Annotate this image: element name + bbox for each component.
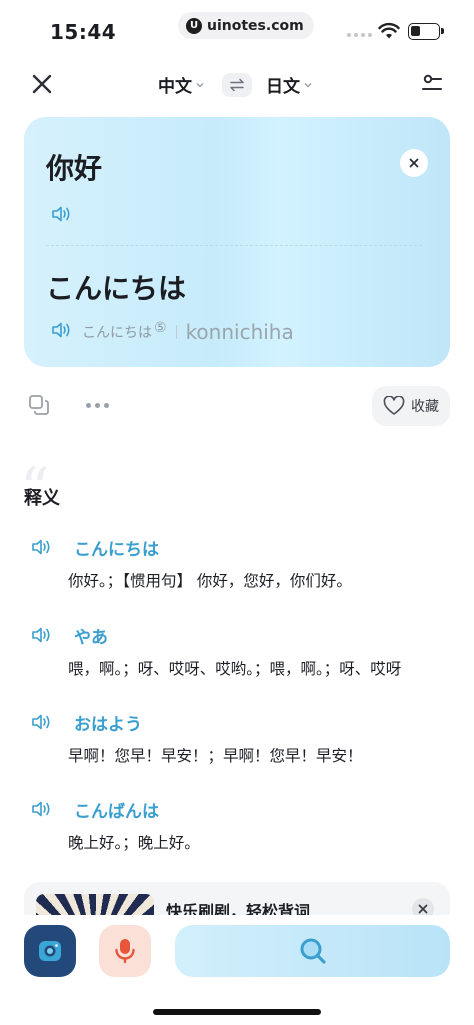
battery-icon [408, 23, 444, 40]
source-text[interactable]: 你好 [46, 147, 102, 187]
camera-translate-button[interactable] [24, 925, 76, 977]
favorite-button[interactable]: 收藏 [372, 386, 450, 426]
url-pill[interactable]: U uinotes.com [178, 12, 314, 39]
source-language-label: 中文 [158, 77, 192, 97]
reading-kana: こんにちは [82, 325, 152, 341]
camera-icon [39, 941, 61, 961]
chevron-down-icon [304, 82, 312, 88]
target-text: こんにちは [46, 272, 187, 305]
search-icon [300, 938, 326, 964]
definition-word: こんばんは [74, 801, 159, 822]
definition-meaning: 你好。；【惯用句】 你好，您好，你们好。 [68, 572, 352, 590]
target-language-label: 日文 [266, 77, 300, 97]
clear-input-button[interactable] [400, 149, 428, 177]
card-divider [46, 245, 422, 246]
cellular-signal-icon [347, 33, 372, 37]
status-time: 15:44 [50, 20, 117, 44]
status-bar: 15:44 U uinotes.com [0, 0, 474, 62]
translation-card: 你好 こんにちは こんにちは ⑤ konnichiha [24, 117, 450, 367]
definition-item: こんばんは 晚上好。；晚上好。 [30, 797, 450, 853]
definition-word: おはよう [74, 714, 142, 735]
microphone-icon [115, 939, 135, 964]
battery-level [411, 26, 420, 36]
speaker-icon[interactable] [30, 713, 52, 731]
reading-separator [175, 325, 177, 339]
speaker-icon[interactable] [30, 626, 52, 644]
reading-romaji: konnichiha [185, 320, 294, 344]
definition-word: こんにちは [74, 539, 159, 560]
close-icon [409, 158, 419, 168]
bottom-toolbar [0, 915, 474, 1025]
close-icon [418, 904, 428, 914]
definition-meaning: 早啊！您早！早安！；早啊！您早！早安！ [68, 747, 363, 765]
definition-word: やあ [74, 627, 108, 648]
copy-icon[interactable] [28, 394, 50, 416]
speaker-icon[interactable] [30, 538, 52, 556]
target-language-select[interactable]: 日文 [266, 72, 313, 97]
definition-item: やあ 喂，啊。；呀、哎呀、哎哟。；喂，啊。；呀、哎呀 [30, 623, 450, 679]
url-text: uinotes.com [207, 17, 304, 34]
heart-icon [383, 396, 405, 415]
definition-item: こんにちは 你好。；【惯用句】 你好，您好，你们好。 [30, 535, 450, 591]
close-button[interactable] [28, 70, 56, 98]
settings-button[interactable] [418, 70, 446, 98]
search-button[interactable] [175, 925, 450, 977]
settings-icon [422, 74, 442, 90]
home-indicator [153, 1009, 321, 1015]
reading-row: こんにちは ⑤ konnichiha [50, 320, 294, 344]
favorite-label: 收藏 [411, 399, 439, 415]
voice-translate-button[interactable] [99, 925, 151, 977]
source-language-select[interactable]: 中文 [158, 72, 205, 97]
wifi-icon [378, 22, 400, 39]
reading-tone: ⑤ [154, 320, 167, 336]
chevron-down-icon [196, 82, 204, 88]
definition-item: おはよう 早啊！您早！早安！；早啊！您早！早安！ [30, 710, 450, 766]
close-icon [32, 74, 52, 94]
more-options-button[interactable] [86, 400, 110, 410]
definitions-title: 释义 [24, 488, 60, 509]
definition-meaning: 喂，啊。；呀、哎呀、哎哟。；喂，啊。；呀、哎呀 [68, 660, 402, 678]
swap-icon [230, 78, 244, 92]
swap-languages-button[interactable] [222, 73, 252, 97]
definition-meaning: 晚上好。；晚上好。 [68, 834, 200, 852]
speaker-icon[interactable] [50, 205, 72, 223]
speaker-icon[interactable] [30, 800, 52, 818]
speaker-icon[interactable] [50, 321, 72, 339]
site-logo-icon: U [186, 17, 202, 34]
